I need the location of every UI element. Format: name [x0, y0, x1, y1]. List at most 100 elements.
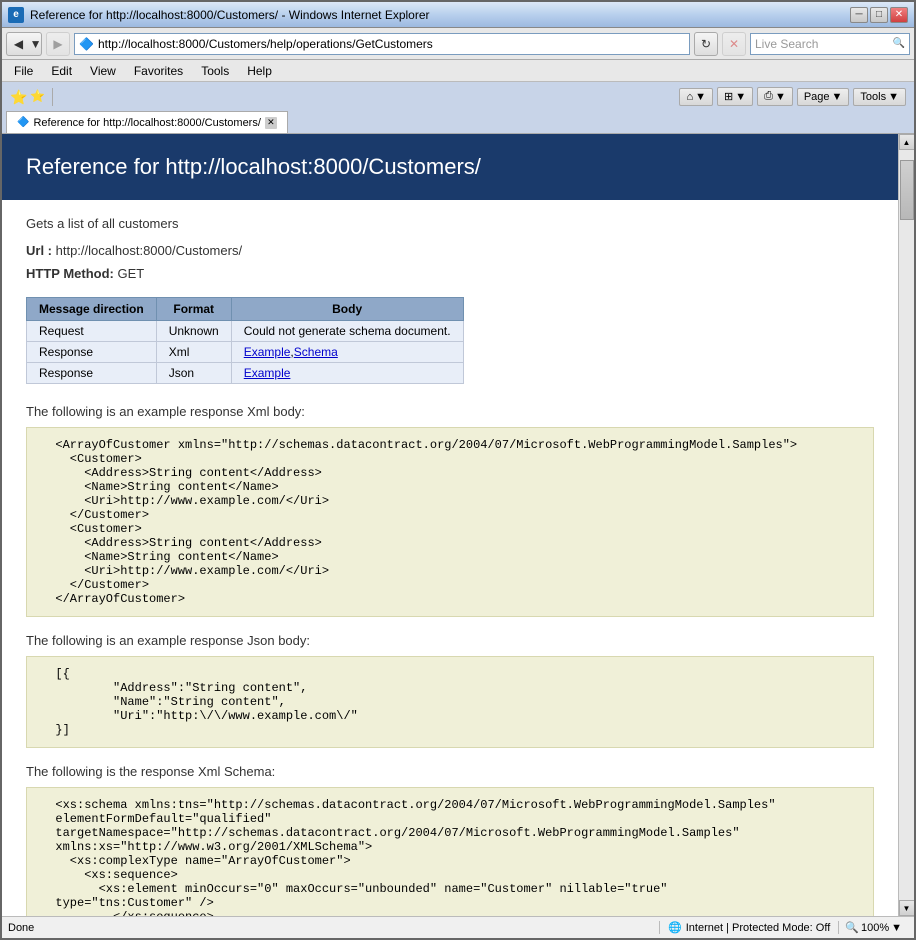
view-menu[interactable]: View: [82, 62, 124, 80]
title-bar-left: e Reference for http://localhost:8000/Cu…: [8, 7, 430, 23]
scroll-thumb[interactable]: [900, 160, 914, 220]
row2-body: Example,Schema: [231, 342, 463, 363]
url-line: Url : http://localhost:8000/Customers/: [26, 243, 874, 258]
json-section-label: The following is an example response Jso…: [26, 633, 874, 648]
url-label: Url :: [26, 243, 52, 258]
active-tab[interactable]: 🔷 Reference for http://localhost:8000/Cu…: [6, 111, 288, 133]
xml-section-label: The following is an example response Xml…: [26, 404, 874, 419]
page-button[interactable]: Page ▼: [797, 88, 850, 106]
page-icon: 🔷: [79, 37, 94, 51]
search-placeholder: Live Search: [755, 37, 818, 51]
xml-example-link[interactable]: Example: [244, 345, 291, 359]
restore-button[interactable]: □: [870, 7, 888, 23]
edit-menu[interactable]: Edit: [43, 62, 80, 80]
row2-format: Xml: [156, 342, 231, 363]
zoom-dropdown[interactable]: ▼: [891, 922, 902, 934]
print-button[interactable]: ⎙ ▼: [757, 87, 793, 106]
file-menu[interactable]: File: [6, 62, 41, 80]
info-table: Message direction Format Body Request Un…: [26, 297, 464, 384]
col-header-direction: Message direction: [27, 298, 157, 321]
menu-bar: File Edit View Favorites Tools Help: [2, 60, 914, 82]
address-bar: ◀ ▼ ▶ 🔷 http://localhost:8000/Customers/…: [2, 28, 914, 60]
scrollbar: ▲ ▼: [898, 134, 914, 916]
home-icon: ⌂: [686, 91, 693, 103]
zone-icon: 🌐: [668, 921, 682, 934]
scroll-down-button[interactable]: ▼: [899, 900, 915, 916]
content-area: Reference for http://localhost:8000/Cust…: [2, 134, 914, 916]
favorites-divider: [52, 88, 53, 106]
xml-schema-link[interactable]: Schema: [294, 345, 338, 359]
method-label: HTTP Method:: [26, 266, 114, 281]
tabs-row: 🔷 Reference for http://localhost:8000/Cu…: [6, 111, 910, 133]
schema-section-label: The following is the response Xml Schema…: [26, 764, 874, 779]
right-toolbar: ⌂ ▼ ⊞ ▼ ⎙ ▼ Page ▼ Tools ▼: [679, 87, 906, 106]
window-controls: ─ □ ✕: [850, 7, 908, 23]
feeds-dropdown: ▼: [735, 91, 746, 103]
zoom-icon: 🔍: [845, 921, 859, 934]
tools-dropdown-icon: ▼: [888, 91, 899, 103]
page-dropdown-icon: ▼: [832, 91, 843, 103]
status-text: Done: [8, 922, 659, 934]
tools-button[interactable]: Tools ▼: [853, 88, 906, 106]
page-label: Page: [804, 91, 830, 103]
feeds-icon: ⊞: [724, 90, 733, 103]
zone-text: Internet | Protected Mode: Off: [686, 922, 831, 934]
description-text: Gets a list of all customers: [26, 216, 874, 231]
table-row: Response Xml Example,Schema: [27, 342, 464, 363]
row3-body: Example: [231, 363, 463, 384]
page-header: Reference for http://localhost:8000/Cust…: [2, 134, 898, 200]
feeds-button[interactable]: ⊞ ▼: [717, 87, 753, 106]
stop-button[interactable]: ✕: [722, 32, 746, 56]
print-icon: ⎙: [764, 90, 773, 103]
url-value: http://localhost:8000/Customers/: [56, 243, 242, 258]
method-value: GET: [117, 266, 144, 281]
json-example-link[interactable]: Example: [244, 366, 291, 380]
favorites-bar: ⭐ ⭐ ⌂ ▼ ⊞ ▼ ⎙ ▼ Page ▼: [6, 84, 910, 109]
print-dropdown: ▼: [775, 91, 786, 103]
page-inner: Reference for http://localhost:8000/Cust…: [2, 134, 898, 916]
help-menu[interactable]: Help: [239, 62, 280, 80]
xml-code-block: <ArrayOfCustomer xmlns="http://schemas.d…: [26, 427, 874, 617]
table-row: Response Json Example: [27, 363, 464, 384]
scroll-track[interactable]: [899, 150, 915, 900]
page-content: Reference for http://localhost:8000/Cust…: [2, 134, 898, 916]
schema-code-block: <xs:schema xmlns:tns="http://schemas.dat…: [26, 787, 874, 916]
tools-menu[interactable]: Tools: [193, 62, 237, 80]
search-icon: 🔍: [893, 38, 905, 49]
back-dropdown[interactable]: ▼: [30, 32, 42, 56]
back-button[interactable]: ◀: [6, 32, 30, 56]
search-box[interactable]: Live Search 🔍: [750, 33, 910, 55]
page-body: Gets a list of all customers Url : http:…: [2, 200, 898, 916]
address-text: http://localhost:8000/Customers/help/ope…: [98, 37, 685, 51]
row3-format: Json: [156, 363, 231, 384]
home-button[interactable]: ⌂ ▼: [679, 88, 713, 106]
favorites-menu[interactable]: Favorites: [126, 62, 191, 80]
status-bar: Done 🌐 Internet | Protected Mode: Off 🔍 …: [2, 916, 914, 938]
address-field[interactable]: 🔷 http://localhost:8000/Customers/help/o…: [74, 33, 690, 55]
tools-label: Tools: [860, 91, 886, 103]
row3-direction: Response: [27, 363, 157, 384]
tab-favicon: 🔷: [17, 117, 29, 128]
home-dropdown: ▼: [695, 91, 706, 103]
tab-label: Reference for http://localhost:8000/Cust…: [33, 117, 260, 129]
title-bar: e Reference for http://localhost:8000/Cu…: [2, 2, 914, 28]
browser-title: Reference for http://localhost:8000/Cust…: [30, 8, 430, 22]
combined-bar: ⭐ ⭐ ⌂ ▼ ⊞ ▼ ⎙ ▼ Page ▼: [2, 82, 914, 134]
zoom-value: 100%: [861, 922, 889, 934]
col-header-format: Format: [156, 298, 231, 321]
method-line: HTTP Method: GET: [26, 266, 874, 281]
row1-body: Could not generate schema document.: [231, 321, 463, 342]
tab-close-button[interactable]: ✕: [265, 117, 277, 129]
minimize-button[interactable]: ─: [850, 7, 868, 23]
scroll-up-button[interactable]: ▲: [899, 134, 915, 150]
col-header-body: Body: [231, 298, 463, 321]
close-button[interactable]: ✕: [890, 7, 908, 23]
row1-direction: Request: [27, 321, 157, 342]
refresh-button[interactable]: ↻: [694, 32, 718, 56]
row2-direction: Response: [27, 342, 157, 363]
add-favorites-icon: ⭐: [30, 89, 46, 105]
json-code-block: [{ "Address":"String content", "Name":"S…: [26, 656, 874, 748]
table-row: Request Unknown Could not generate schem…: [27, 321, 464, 342]
forward-button[interactable]: ▶: [46, 32, 70, 56]
page-title: Reference for http://localhost:8000/Cust…: [26, 154, 874, 180]
